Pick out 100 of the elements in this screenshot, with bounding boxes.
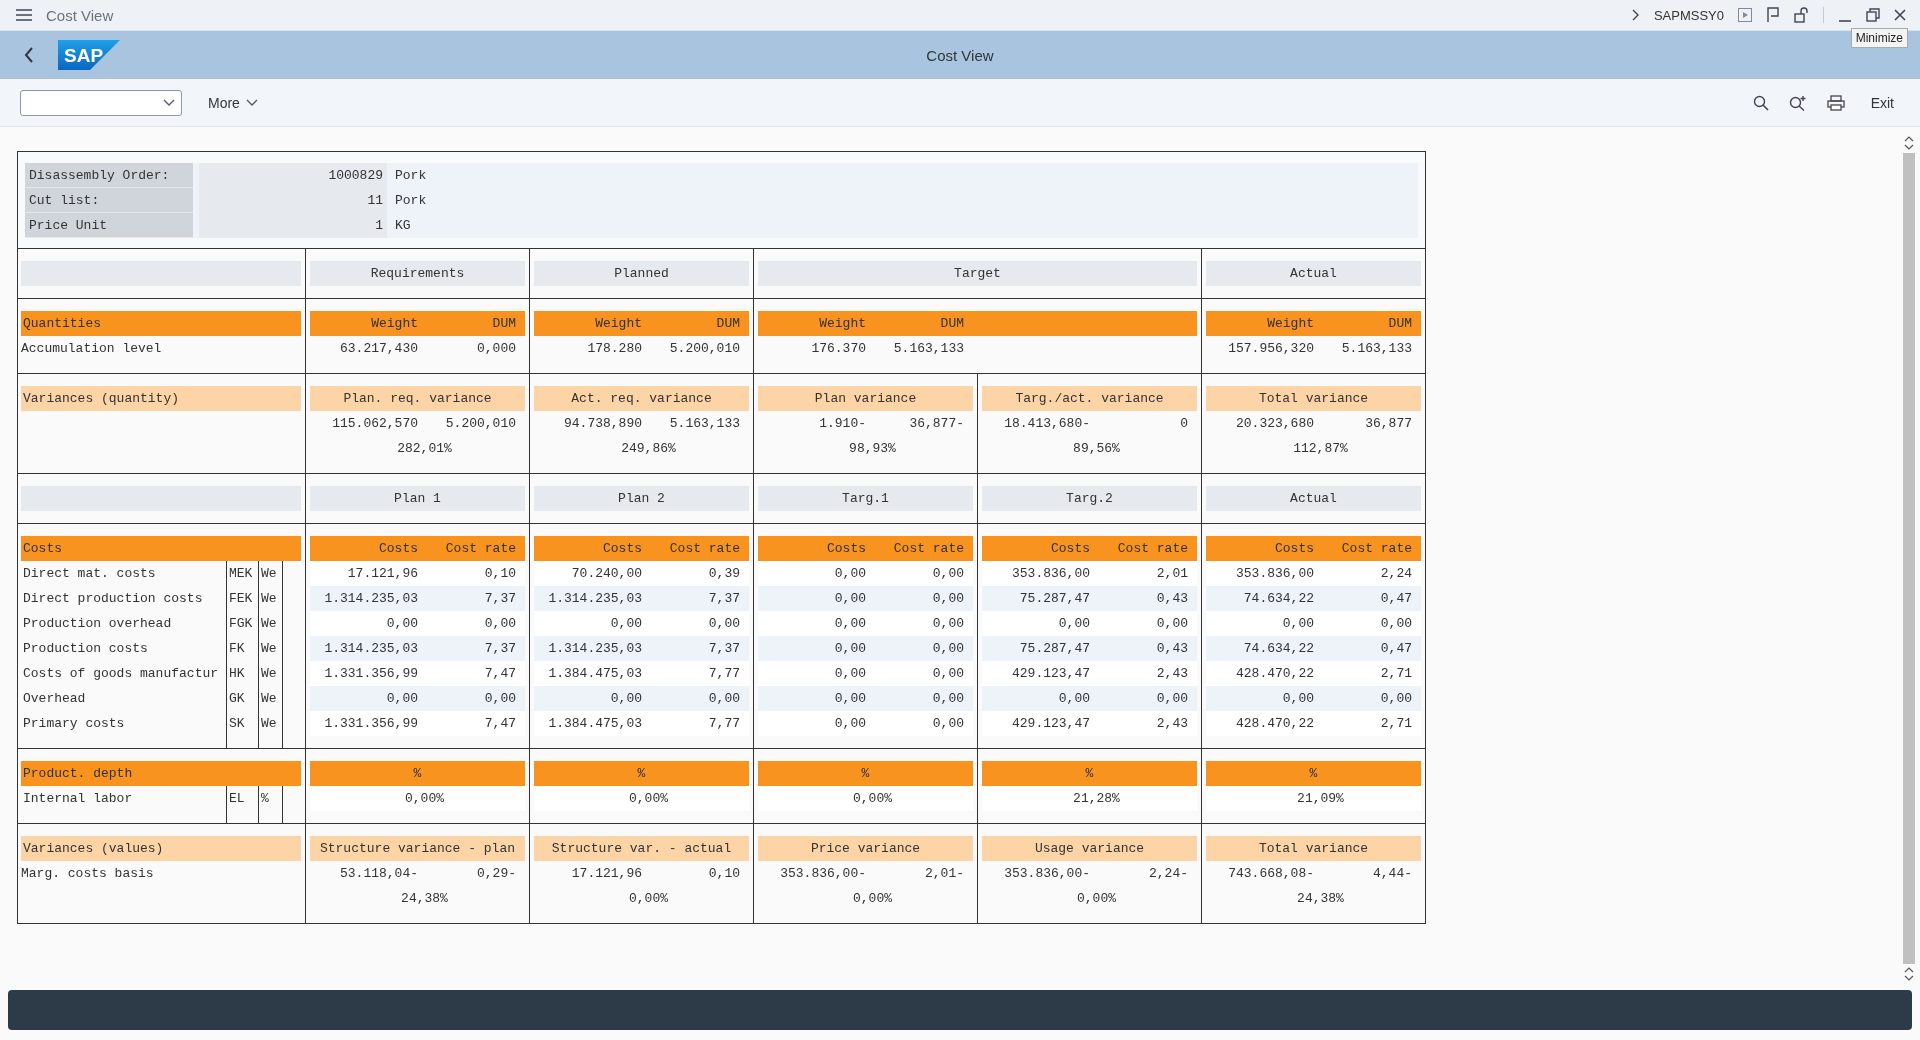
menu-icon[interactable] [16, 9, 32, 21]
column-header: % [1206, 761, 1421, 786]
cost-value: 353.836,00 [1011, 565, 1091, 583]
unit-label: We [258, 586, 282, 611]
cost-value: 1.384.475,03 [547, 715, 643, 733]
percentage: 249,86% [620, 440, 677, 458]
cost-value: 0,00 [931, 590, 965, 608]
unit-label: We [258, 561, 282, 586]
percentage: 0,00% [404, 790, 445, 808]
column-header: Cost rate [1116, 540, 1189, 558]
cost-value: 0,39 [707, 565, 741, 583]
column-group-heading: Actual [1206, 486, 1421, 511]
percentage: 282,01% [396, 440, 453, 458]
cost-value: 0,00 [931, 665, 965, 683]
cost-value: 353.836,00 [1235, 565, 1315, 583]
scroll-down-icon[interactable] [1904, 144, 1914, 151]
cost-value: 17.121,96 [346, 565, 419, 583]
field-unit: Pork [394, 192, 427, 210]
column-header: Weight [1266, 315, 1315, 333]
cost-value: 0,00 [385, 690, 419, 708]
print-icon[interactable] [1826, 94, 1845, 111]
column-header: DUM [939, 315, 965, 333]
cost-value: 0,00 [1155, 690, 1189, 708]
column-group-heading: Actual [1206, 261, 1421, 286]
lock-icon[interactable] [1794, 7, 1809, 23]
percentage: 21,28% [1072, 790, 1121, 808]
column-header: Cost rate [668, 540, 741, 558]
cost-value: 2,24 [1379, 565, 1413, 583]
column-header: DUM [1387, 315, 1413, 333]
column-group-heading: Targ.2 [982, 486, 1197, 511]
field-label: Disassembly Order: [25, 163, 193, 188]
field-value: 1 [199, 213, 387, 238]
variance-value: 5.200,010 [444, 415, 517, 433]
cost-code: MEK [226, 561, 258, 586]
column-header: Costs [378, 540, 419, 558]
row-label: Direct mat. costs [22, 565, 157, 583]
column-header: Costs [1050, 540, 1091, 558]
field-label: Cut list: [25, 188, 193, 213]
cost-value: 0,00 [931, 640, 965, 658]
scroll-up-icon[interactable] [1904, 966, 1914, 973]
percentage: 0,00% [1076, 890, 1117, 908]
field-unit: Pork [394, 167, 427, 185]
variance-value: 36,877 [1364, 415, 1413, 433]
variance-value: 353.836,00- [1003, 865, 1091, 883]
cost-code: EL [226, 786, 258, 823]
unit-label: We [258, 611, 282, 636]
percentage: 0,00% [852, 790, 893, 808]
search-icon[interactable] [1752, 94, 1769, 111]
cost-value: 0,00 [707, 690, 741, 708]
cost-value: 428.470,22 [1235, 665, 1315, 683]
cost-value: 2,43 [1155, 665, 1189, 683]
close-icon[interactable] [1894, 9, 1906, 21]
cost-value: 1.314.235,03 [323, 590, 419, 608]
column-header: Costs [1274, 540, 1315, 558]
variance-value: 18.413,680- [1003, 415, 1091, 433]
scroll-up-icon[interactable] [1904, 135, 1914, 142]
column-header: Total variance [1206, 836, 1421, 861]
cost-value: 0,00 [1281, 690, 1315, 708]
exit-button[interactable]: Exit [1864, 93, 1900, 112]
column-header: Total variance [1206, 386, 1421, 411]
cost-value: 0,00 [483, 690, 517, 708]
column-header: Cost rate [444, 540, 517, 558]
variance-value: 2,01- [924, 865, 965, 883]
variance-value: 5.163,133 [668, 415, 741, 433]
back-icon[interactable] [24, 47, 34, 63]
cost-value: 429.123,47 [1011, 715, 1091, 733]
quantity-value: 176.370 [810, 340, 867, 358]
more-button[interactable]: More [202, 93, 264, 112]
cost-value: 0,00 [1379, 615, 1413, 633]
variance-value: 36,877- [908, 415, 965, 433]
scrollbar-thumb[interactable] [1903, 153, 1915, 964]
percentage: 89,56% [1072, 440, 1121, 458]
column-header: Act. req. variance [534, 386, 749, 411]
play-icon[interactable] [1738, 8, 1752, 22]
search-plus-icon[interactable] [1788, 94, 1807, 111]
cost-value: 74.634,22 [1242, 590, 1315, 608]
quantity-value: 0,000 [476, 340, 517, 358]
column-header: Structure variance - plan [310, 836, 525, 861]
column-header: Cost rate [892, 540, 965, 558]
percentage: 0,00% [628, 890, 669, 908]
logo[interactable]: SAP [58, 40, 120, 70]
cost-value: 0,43 [1155, 590, 1189, 608]
dropdown-field[interactable] [20, 89, 182, 116]
cost-value: 2,43 [1155, 715, 1189, 733]
column-group-heading: Targ.1 [758, 486, 973, 511]
field-value: 11 [199, 188, 387, 213]
cost-code: FK [226, 636, 258, 661]
restore-icon[interactable] [1866, 8, 1880, 22]
chevron-right-icon[interactable] [1631, 9, 1640, 21]
flag-icon[interactable] [1766, 7, 1780, 23]
variance-value: 20.323,680 [1235, 415, 1315, 433]
scroll-down-icon[interactable] [1904, 975, 1914, 982]
window-title: Cost View [46, 6, 114, 24]
cost-value: 7,37 [483, 590, 517, 608]
field-label: Price Unit [25, 213, 193, 238]
cost-value: 0,00 [1155, 615, 1189, 633]
variance-value: 115.062,570 [331, 415, 419, 433]
tooltip: Minimize [1850, 28, 1908, 48]
column-group-heading: Planned [534, 261, 749, 286]
column-header: % [534, 761, 749, 786]
